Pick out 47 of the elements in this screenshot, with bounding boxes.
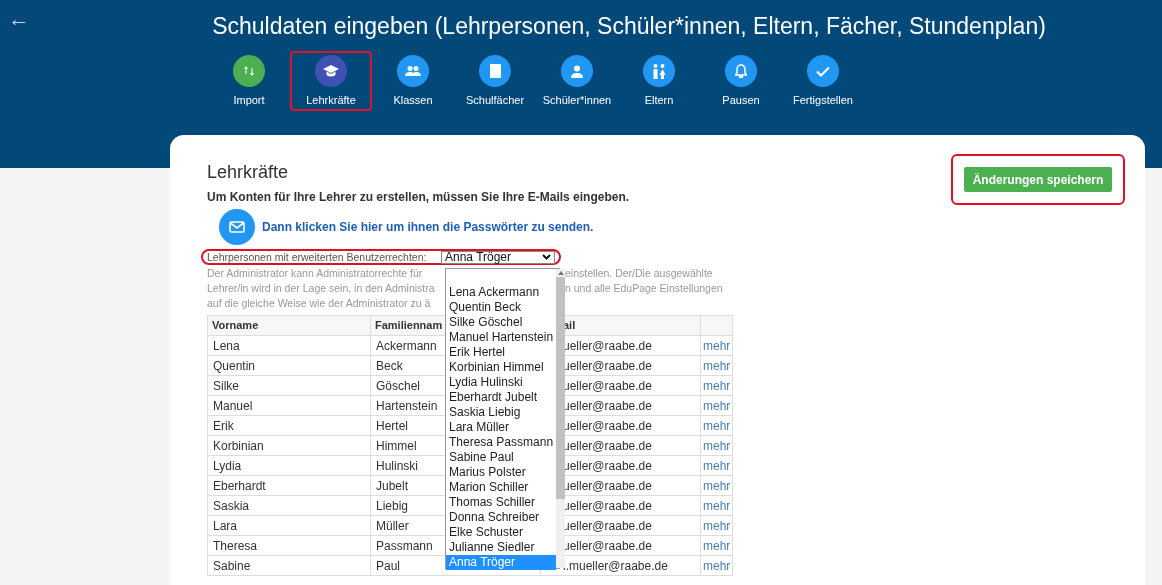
table-cell: Silke (207, 375, 371, 396)
table-cell: Lara (207, 515, 371, 536)
description-text: einstellen. Der/Die ausgewählte (565, 266, 713, 281)
bell-icon (735, 64, 747, 78)
description-text: n und alle EduPage Einstellungen (565, 281, 723, 296)
parents-icon (652, 63, 666, 79)
section-title: Lehrkräfte (207, 161, 289, 184)
mail-icon[interactable] (219, 209, 255, 245)
person-icon (571, 64, 583, 78)
admin-select-label: Lehrpersonen mit erweiterten Benutzerrechten: (206, 251, 428, 263)
book-icon (489, 64, 501, 78)
step-tab[interactable]: Fertigstellen (782, 51, 864, 111)
table-cell: Theresa (207, 535, 371, 556)
step-tab[interactable]: Pausen (700, 51, 782, 111)
dropdown-option[interactable]: Lena Ackermann (446, 285, 557, 300)
scrollbar-thumb[interactable] (556, 277, 566, 499)
table-cell: Lydia (207, 455, 371, 476)
table-cell: Sabine (207, 555, 371, 576)
people-icon (405, 65, 421, 77)
page-title: Schuldaten eingeben (Lehrpersonen, Schüler*innen, Eltern, Fächer, Stundenplan) (212, 12, 1046, 41)
table-cell: Manuel (207, 395, 371, 416)
send-passwords-link[interactable]: Dann klicken Sie hier um ihnen die Passwörter zu senden. (262, 218, 594, 236)
column-header: Vorname (207, 315, 371, 336)
check-icon (816, 65, 830, 77)
table-cell: Lena (207, 335, 371, 356)
table-cell: Erik (207, 415, 371, 436)
graduation-cap-icon (323, 64, 339, 78)
intro-text: Um Konten für Ihre Lehrer zu erstellen, müssen Sie Ihre E-Mails eingeben. (207, 189, 631, 205)
step-tab[interactable]: Schüler*innen (536, 51, 618, 111)
admin-select[interactable]: Anna Tröger (441, 250, 555, 264)
dropdown-option[interactable]: Quentin Beck (446, 300, 557, 315)
back-button[interactable]: ← (8, 8, 30, 30)
step-tab[interactable]: Klassen (372, 51, 454, 111)
table-cell: Korbinian (207, 435, 371, 456)
chevron-icon (542, 254, 551, 260)
table-cell: Quentin (207, 355, 371, 376)
scroll-up-icon[interactable] (557, 271, 564, 275)
description-text: auf die gleiche Weise wie der Administrator zu ä (207, 296, 431, 311)
table-cell: Saskia (207, 495, 371, 516)
description-text: Lehrer/in wird in der Lage sein, in den Administra (207, 281, 435, 296)
step-tab[interactable]: Eltern (618, 51, 700, 111)
table-cell: Eberhardt (207, 475, 371, 496)
step-tab[interactable]: Import (208, 51, 290, 111)
description-text: Der Administrator kann Administratorrechte für (207, 266, 423, 281)
step-tab[interactable]: Schulfächer (454, 51, 536, 111)
step-tab[interactable]: Lehrkräfte (290, 51, 372, 111)
arrows-icon (243, 65, 255, 77)
